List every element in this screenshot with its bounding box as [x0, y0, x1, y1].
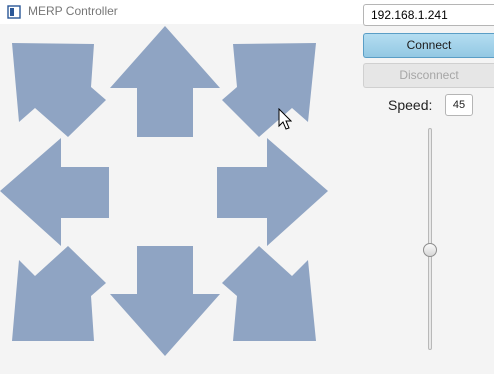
arrow-down-icon[interactable]	[110, 246, 220, 356]
speed-value-field[interactable]: 45	[445, 94, 473, 116]
speed-slider-track[interactable]	[428, 128, 432, 350]
speed-slider-thumb[interactable]	[423, 243, 437, 257]
arrow-down-left-icon[interactable]	[12, 246, 106, 341]
disconnect-button: Disconnect	[363, 63, 494, 88]
direction-pad	[0, 26, 328, 356]
arrow-down-right-icon[interactable]	[222, 246, 316, 341]
ip-address-input[interactable]	[363, 4, 494, 26]
arrow-left-icon[interactable]	[0, 138, 109, 246]
arrow-up-icon[interactable]	[110, 26, 220, 137]
arrow-up-right-icon[interactable]	[222, 43, 316, 137]
app-icon	[7, 5, 21, 19]
speed-label: Speed:	[388, 97, 433, 113]
arrow-right-icon[interactable]	[217, 138, 328, 246]
connect-button[interactable]: Connect	[363, 33, 494, 58]
mouse-cursor-icon	[278, 108, 292, 130]
arrow-up-left-icon[interactable]	[12, 43, 106, 137]
window-title: MERP Controller	[28, 4, 118, 18]
